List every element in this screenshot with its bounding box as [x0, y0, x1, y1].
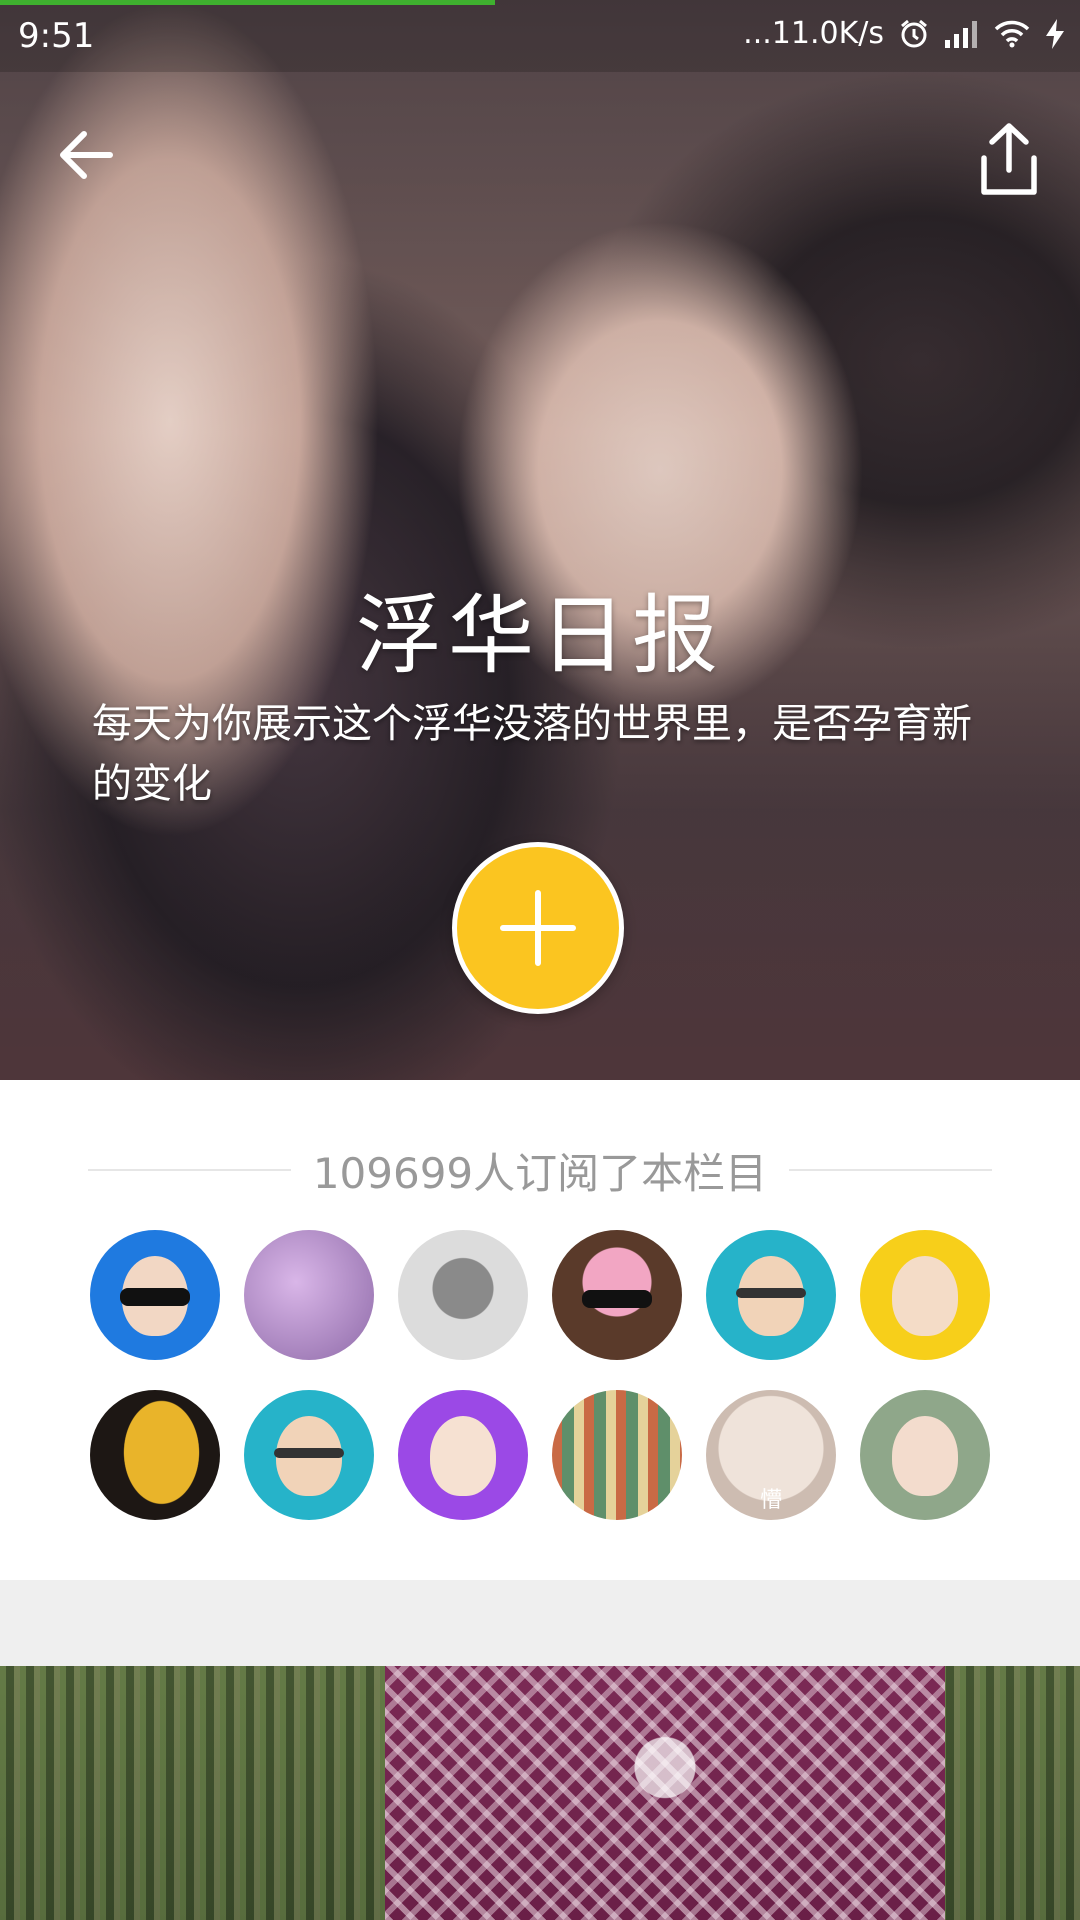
wifi-icon — [994, 20, 1030, 48]
avatar-purple-photo[interactable] — [244, 1230, 374, 1360]
column-title: 浮华日报 — [356, 586, 724, 686]
avatar-round-glasses-man-2[interactable] — [244, 1390, 374, 1520]
charging-icon — [1044, 18, 1066, 50]
avatar-cat-blush[interactable]: 懵 — [706, 1390, 836, 1520]
share-icon — [981, 123, 1037, 195]
signal-icon — [944, 20, 980, 48]
avatar-girl-cartoon[interactable] — [860, 1390, 990, 1520]
load-progress-bar — [0, 0, 495, 5]
avatar-pig-mask[interactable] — [552, 1230, 682, 1360]
subscriber-avatars: 懵 — [90, 1230, 990, 1520]
status-bar: 9:51 ...11.0K/s — [0, 0, 1080, 72]
network-speed: ...11.0K/s — [743, 16, 884, 51]
avatar-round-glasses-man[interactable] — [706, 1230, 836, 1360]
plus-icon — [500, 890, 576, 966]
avatar-old-man-sunglasses[interactable] — [90, 1230, 220, 1360]
back-button[interactable] — [50, 120, 120, 190]
cover-pattern — [385, 1666, 945, 1920]
share-button[interactable] — [976, 120, 1042, 200]
subscriber-count: 109699人订阅了本栏目 — [312, 1148, 768, 1198]
avatar-mango[interactable] — [90, 1390, 220, 1520]
section-divider — [0, 1580, 1080, 1666]
avatar-einstein[interactable] — [860, 1230, 990, 1360]
subscribers-header: 109699人订阅了本栏目 — [88, 1140, 992, 1200]
avatar-label: 懵 — [759, 1488, 782, 1513]
alarm-icon — [898, 18, 930, 50]
avatar-street-scene[interactable] — [552, 1390, 682, 1520]
arrow-left-icon — [60, 131, 113, 179]
subscribe-button[interactable] — [452, 842, 624, 1014]
column-description: 每天为你展示这个浮华没落的世界里，是否孕育新的变化 — [92, 701, 972, 807]
avatar-chaplin[interactable] — [398, 1390, 528, 1520]
status-icons: ...11.0K/s — [743, 16, 1066, 51]
article-cover-image[interactable] — [0, 1666, 1080, 1920]
divider-left — [88, 1169, 291, 1171]
avatar-gray-cat[interactable] — [398, 1230, 528, 1360]
status-time: 9:51 — [18, 16, 95, 56]
divider-right — [789, 1169, 992, 1171]
hero-banner: 9:51 ...11.0K/s 浮华日报 每天为你展示这个浮华没落的世界里，是否… — [0, 0, 1080, 1080]
